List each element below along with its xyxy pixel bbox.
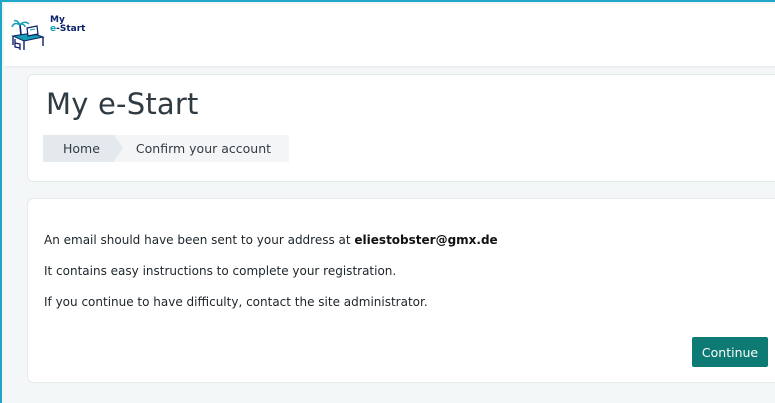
site-logo[interactable]: My e-Start: [10, 13, 94, 57]
breadcrumb-current: Confirm your account: [113, 135, 290, 162]
instructions-message: It contains easy instructions to complet…: [44, 264, 397, 278]
page-header-card: My e-Start Home Confirm your account: [27, 74, 775, 182]
top-navbar: My e-Start: [4, 4, 775, 66]
logo-text-line2: e-Start: [50, 25, 85, 34]
user-email: eliestobster@gmx.de: [354, 233, 498, 247]
breadcrumb-home-link[interactable]: Home: [43, 135, 123, 162]
logo-text: My e-Start: [50, 16, 85, 34]
page-title: My e-Start: [46, 87, 199, 121]
continue-button[interactable]: Continue: [692, 337, 768, 367]
difficulty-message: If you continue to have difficulty, cont…: [44, 295, 428, 309]
logo-text-start: -Start: [56, 24, 86, 34]
logo-desk-icon: [11, 19, 45, 50]
email-sent-message: An email should have been sent to your a…: [44, 233, 498, 247]
breadcrumb: Home Confirm your account: [43, 135, 290, 162]
email-sent-text: An email should have been sent to your a…: [44, 233, 355, 247]
confirmation-card: An email should have been sent to your a…: [27, 198, 775, 383]
app-frame: My e-Start My e-Start Home Confirm your …: [0, 0, 775, 403]
